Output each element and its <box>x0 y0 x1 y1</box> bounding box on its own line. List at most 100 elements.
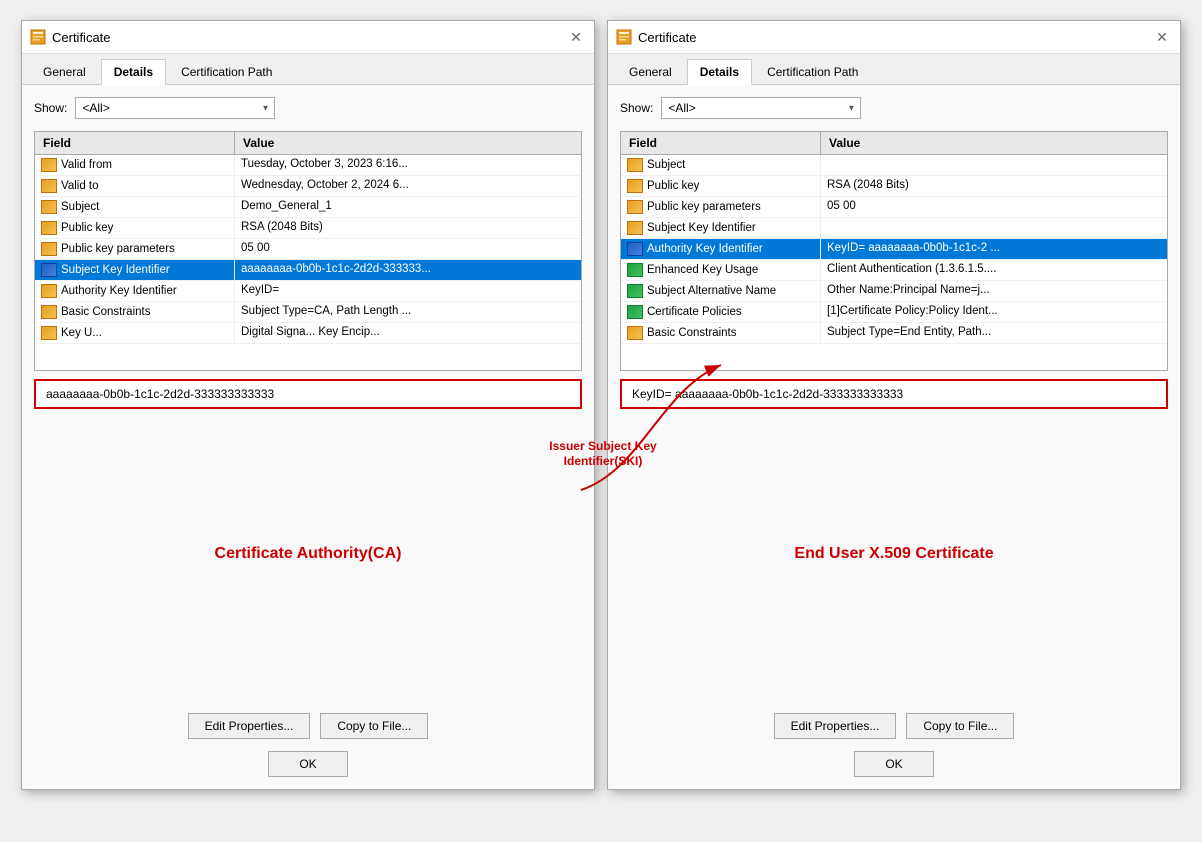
left-close-button[interactable]: ✕ <box>566 27 586 47</box>
table-row[interactable]: Key U... Digital Signa... Key Encip... <box>35 323 581 344</box>
td-value <box>821 155 1167 175</box>
right-dialog-title: Certificate <box>638 30 1146 45</box>
right-detail-box: KeyID= aaaaaaaa-0b0b-1c1c-2d2d-333333333… <box>620 379 1168 409</box>
right-tab-details[interactable]: Details <box>687 59 752 85</box>
cert-icon <box>627 179 643 193</box>
td-field: Certificate Policies <box>621 302 821 322</box>
left-show-label: Show: <box>34 101 67 115</box>
cert-icon <box>41 242 57 256</box>
table-row[interactable]: Certificate Policies [1]Certificate Poli… <box>621 302 1167 323</box>
td-field: Basic Constraints <box>35 302 235 322</box>
td-field: Public key parameters <box>621 197 821 217</box>
table-row[interactable]: Subject Key Identifier <box>621 218 1167 239</box>
left-detail-box: aaaaaaaa-0b0b-1c1c-2d2d-333333333333 <box>34 379 582 409</box>
td-field: Subject Key Identifier <box>621 218 821 238</box>
td-field: Public key <box>621 176 821 196</box>
right-tabs: General Details Certification Path <box>608 54 1180 85</box>
td-field: Subject Key Identifier <box>35 260 235 280</box>
right-tab-cert-path[interactable]: Certification Path <box>754 59 871 85</box>
cert-green-icon <box>627 263 643 277</box>
right-col-value: Value <box>821 132 1167 154</box>
right-annotation-area: End User X.509 Certificate <box>620 417 1168 691</box>
left-footer: Edit Properties... Copy to File... <box>22 703 594 751</box>
td-value: Demo_General_1 <box>235 197 581 217</box>
right-close-button[interactable]: ✕ <box>1152 27 1172 47</box>
left-tab-general[interactable]: General <box>30 59 99 85</box>
cert-icon <box>627 158 643 172</box>
td-value: KeyID= <box>235 281 581 301</box>
cert-icon <box>41 158 57 172</box>
cert-icon <box>41 284 57 298</box>
right-detail-value: KeyID= aaaaaaaa-0b0b-1c1c-2d2d-333333333… <box>632 387 903 401</box>
right-copy-to-file-button[interactable]: Copy to File... <box>906 713 1014 739</box>
cert-icon <box>41 179 57 193</box>
table-row[interactable]: Subject Demo_General_1 <box>35 197 581 218</box>
table-row[interactable]: Authority Key Identifier KeyID= <box>35 281 581 302</box>
table-row[interactable]: Basic Constraints Subject Type=CA, Path … <box>35 302 581 323</box>
left-table-body: Valid from Tuesday, October 3, 2023 6:16… <box>35 155 581 370</box>
right-show-row: Show: <All> <box>620 97 1168 119</box>
table-row-selected[interactable]: Subject Key Identifier aaaaaaaa-0b0b-1c1… <box>35 260 581 281</box>
table-row[interactable]: Valid to Wednesday, October 2, 2024 6... <box>35 176 581 197</box>
left-show-select[interactable]: <All> <box>75 97 275 119</box>
td-field: Valid from <box>35 155 235 175</box>
left-tab-details[interactable]: Details <box>101 59 166 85</box>
table-row[interactable]: Valid from Tuesday, October 3, 2023 6:16… <box>35 155 581 176</box>
cert-icon <box>41 221 57 235</box>
left-dialog-icon <box>30 29 46 45</box>
cert-green-icon <box>627 284 643 298</box>
td-value: Digital Signa... Key Encip... <box>235 323 581 343</box>
right-table-body: Subject Public key RSA (2048 Bits) Publi… <box>621 155 1167 370</box>
left-ca-label: Certificate Authority(CA) <box>215 545 402 563</box>
left-ok-button[interactable]: OK <box>268 751 348 777</box>
td-field: Public key parameters <box>35 239 235 259</box>
table-row[interactable]: Enhanced Key Usage Client Authentication… <box>621 260 1167 281</box>
left-annotation-area: Certificate Authority(CA) <box>34 417 582 691</box>
td-value: Client Authentication (1.3.6.1.5.... <box>821 260 1167 280</box>
right-tab-general[interactable]: General <box>616 59 685 85</box>
td-value <box>821 218 1167 238</box>
cert-icon <box>627 326 643 340</box>
right-table-header: Field Value <box>621 132 1167 155</box>
td-value: aaaaaaaa-0b0b-1c1c-2d2d-333333... <box>235 260 581 280</box>
table-row[interactable]: Public key parameters 05 00 <box>35 239 581 260</box>
right-footer: Edit Properties... Copy to File... <box>608 703 1180 751</box>
left-tabs: General Details Certification Path <box>22 54 594 85</box>
table-row[interactable]: Public key RSA (2048 Bits) <box>621 176 1167 197</box>
left-title-bar: Certificate ✕ <box>22 21 594 54</box>
right-title-bar: Certificate ✕ <box>608 21 1180 54</box>
cert-icon <box>41 326 57 340</box>
cert-blue-icon <box>627 242 643 256</box>
td-value: Tuesday, October 3, 2023 6:16... <box>235 155 581 175</box>
table-row[interactable]: Subject Alternative Name Other Name:Prin… <box>621 281 1167 302</box>
table-row[interactable]: Public key parameters 05 00 <box>621 197 1167 218</box>
right-ok-button[interactable]: OK <box>854 751 934 777</box>
left-show-select-wrapper[interactable]: <All> <box>75 97 275 119</box>
table-row[interactable]: Subject <box>621 155 1167 176</box>
td-field: Subject <box>35 197 235 217</box>
td-value: Subject Type=End Entity, Path... <box>821 323 1167 343</box>
td-field: Subject <box>621 155 821 175</box>
td-field: Authority Key Identifier <box>621 239 821 259</box>
td-field: Authority Key Identifier <box>35 281 235 301</box>
left-copy-to-file-button[interactable]: Copy to File... <box>320 713 428 739</box>
cert-blue-icon <box>41 263 57 277</box>
right-dialog-body: Show: <All> Field Value Subject <box>608 85 1180 703</box>
left-show-row: Show: <All> <box>34 97 582 119</box>
left-tab-cert-path[interactable]: Certification Path <box>168 59 285 85</box>
td-field: Valid to <box>35 176 235 196</box>
right-edit-properties-button[interactable]: Edit Properties... <box>774 713 897 739</box>
table-row[interactable]: Basic Constraints Subject Type=End Entit… <box>621 323 1167 344</box>
td-value: RSA (2048 Bits) <box>821 176 1167 196</box>
left-detail-value: aaaaaaaa-0b0b-1c1c-2d2d-333333333333 <box>46 387 274 401</box>
table-row[interactable]: Public key RSA (2048 Bits) <box>35 218 581 239</box>
td-value: 05 00 <box>235 239 581 259</box>
left-edit-properties-button[interactable]: Edit Properties... <box>188 713 311 739</box>
td-value: Wednesday, October 2, 2024 6... <box>235 176 581 196</box>
right-show-select-wrapper[interactable]: <All> <box>661 97 861 119</box>
right-show-select[interactable]: <All> <box>661 97 861 119</box>
table-row-selected[interactable]: Authority Key Identifier KeyID= aaaaaaaa… <box>621 239 1167 260</box>
left-dialog-title: Certificate <box>52 30 560 45</box>
right-ca-label: End User X.509 Certificate <box>794 545 993 563</box>
left-col-field: Field <box>35 132 235 154</box>
